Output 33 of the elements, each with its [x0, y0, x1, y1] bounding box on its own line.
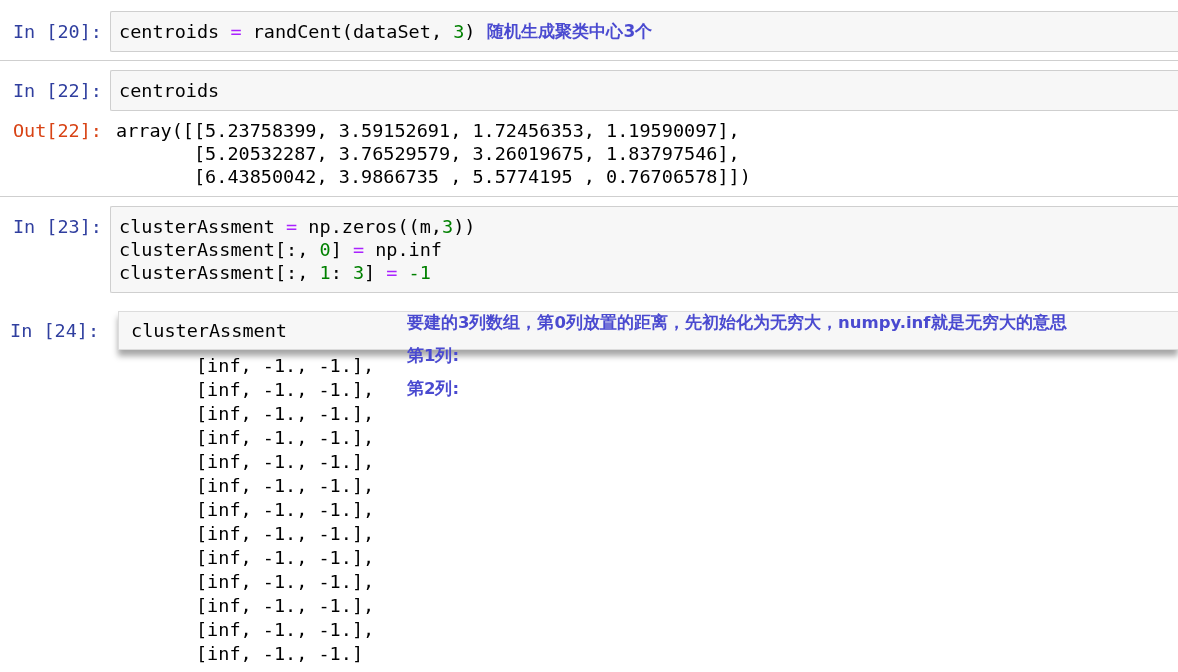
output-line: [inf, -1., -1.],	[194, 618, 375, 642]
code-line: clusterAssment[:, 1: 3] = -1	[119, 261, 431, 284]
code-line: centroids = randCent(dataSet, 3)	[119, 20, 476, 43]
output-line: [inf, -1., -1.],	[194, 570, 375, 594]
code-line: clusterAssment = np.zeros((m,3))	[119, 215, 476, 238]
output-line: [inf, -1., -1.],	[194, 474, 375, 498]
annotation: 第2列:	[407, 378, 461, 400]
input-prompt: In [24]:	[10, 319, 100, 342]
output-line: [inf, -1., -1.],	[194, 354, 375, 378]
output-line: [inf, -1., -1.],	[194, 402, 375, 426]
input-prompt: In [23]:	[11, 215, 103, 238]
output-line: [5.20532287, 3.76529579, 3.26019675, 1.83797546],	[192, 142, 740, 165]
annotation: 要建的3列数组，第0列放置的距离，先初始化为无穷大，numpy.inf就是无穷大的意思	[407, 312, 1067, 334]
output-line: [inf, -1., -1.],	[194, 498, 375, 522]
input-prompt: In [22]:	[11, 79, 103, 102]
input-prompt: In [20]:	[11, 20, 103, 43]
code-line: clusterAssment[:, 0] = np.inf	[119, 238, 442, 261]
output-line: [inf, -1., -1.],	[194, 522, 375, 546]
output-line: [inf, -1., -1.],	[194, 426, 375, 450]
output-line: array([[5.23758399, 3.59152691, 1.72456353, 1.19590097],	[116, 119, 740, 142]
code-cell[interactable]: centroids = randCent(dataSet, 3) 随机生成聚类中心3个	[110, 11, 1178, 52]
output-line: [inf, -1., -1.],	[194, 546, 375, 570]
output-line: [6.43850042, 3.9866735 , 5.5774195 , 0.76706578]])	[192, 165, 751, 188]
code-line: centroids	[119, 79, 220, 102]
output-line: [inf, -1., -1.],	[194, 378, 375, 402]
output-line: [inf, -1., -1.]	[194, 642, 364, 666]
output-line: [inf, -1., -1.],	[194, 450, 375, 474]
code-line: clusterAssment	[131, 320, 287, 341]
code-cell[interactable]: centroids	[110, 70, 1178, 111]
output-prompt: Out[22]:	[11, 119, 103, 142]
code-cell[interactable]: clusterAssment = np.zeros((m,3)) clusterAssment[:, 0] = np.inf clusterAssment[:, 1: 3] = -1	[110, 206, 1178, 293]
output-line: [inf, -1., -1.],	[194, 594, 375, 618]
annotation: 随机生成聚类中心3个	[487, 20, 653, 43]
